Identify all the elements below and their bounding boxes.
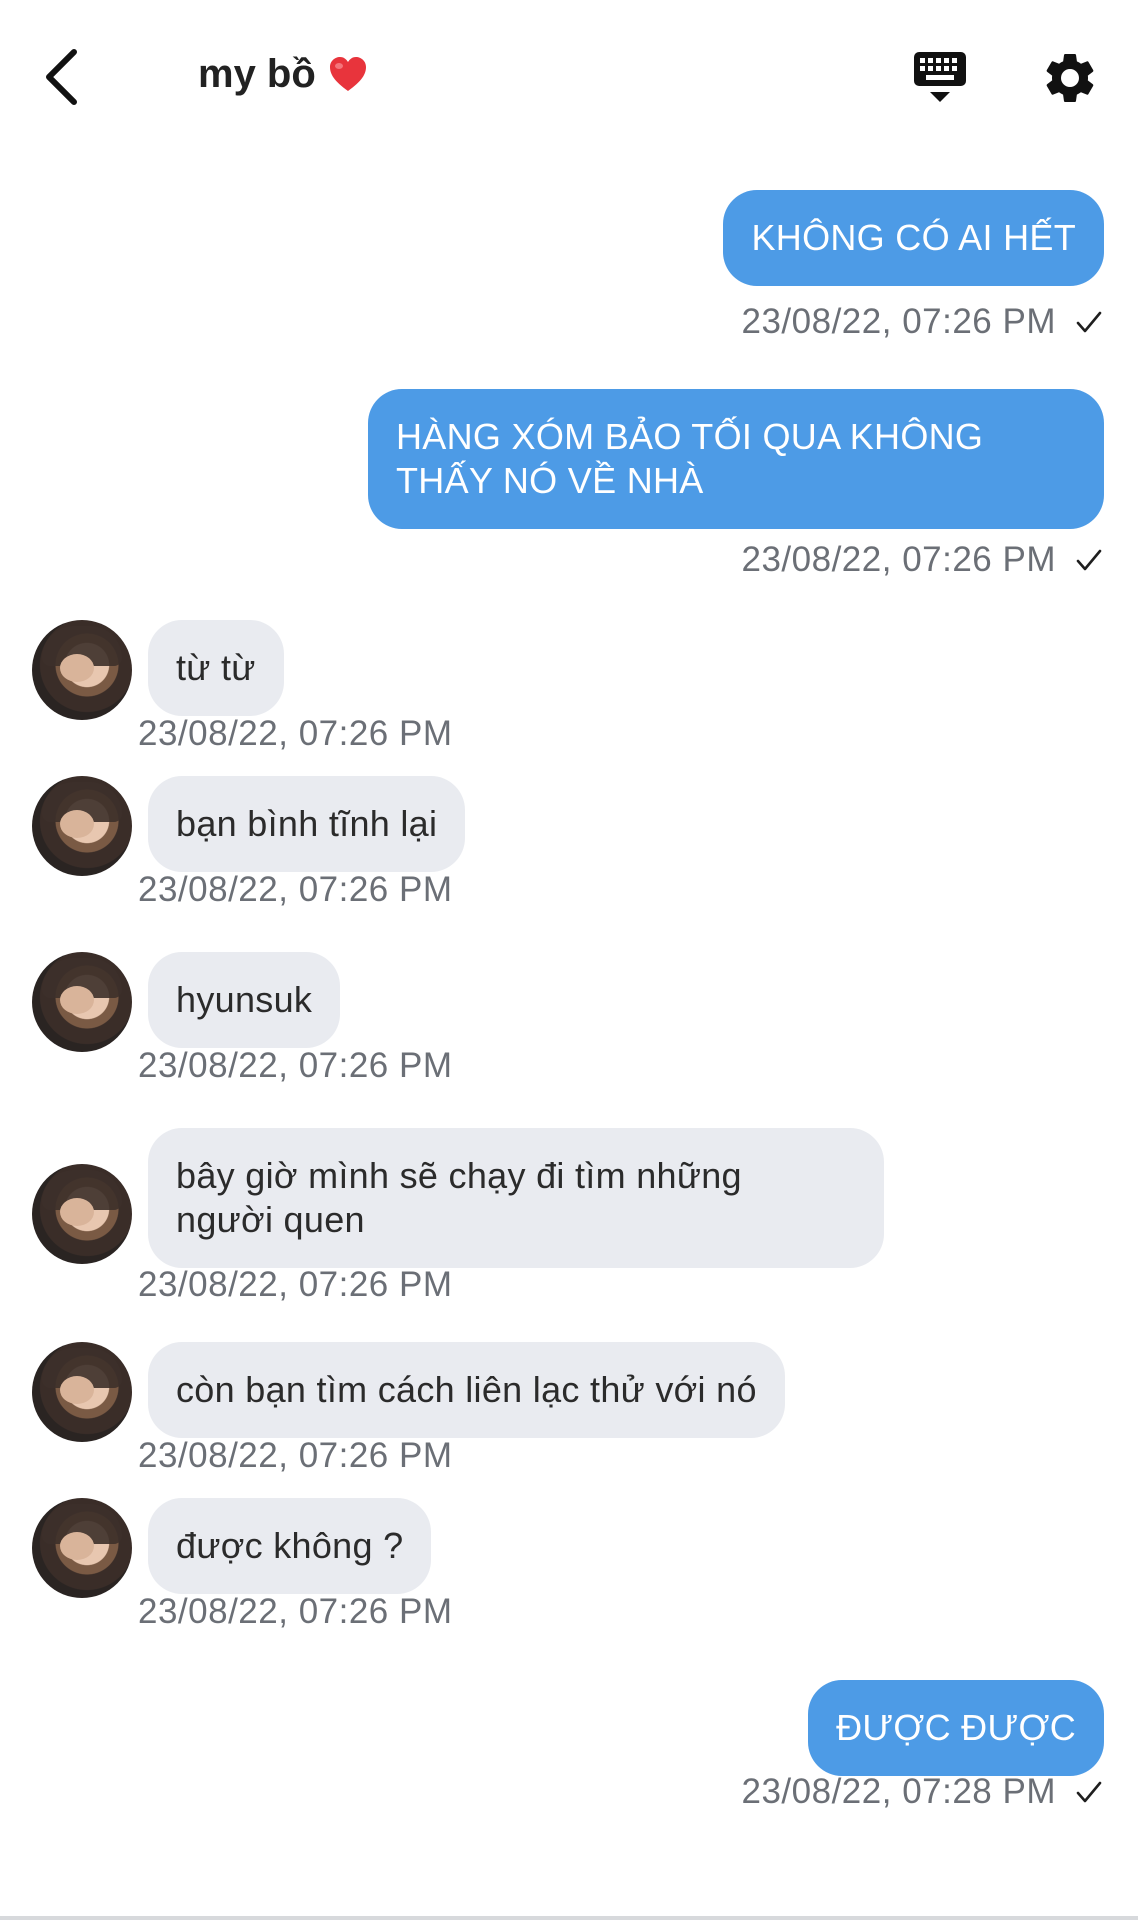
message-timestamp: 23/08/22, 07:26 PM <box>138 1046 453 1086</box>
timestamp-text: 23/08/22, 07:28 PM <box>741 1772 1056 1811</box>
avatar[interactable] <box>32 1342 132 1442</box>
message-text: bạn bình tĩnh lại <box>176 803 438 844</box>
message-row-incoming: từ từ 23/08/22, 07:26 PM <box>0 582 1138 758</box>
message-text: còn bạn tìm cách liên lạc thử với nó <box>176 1369 757 1410</box>
avatar[interactable] <box>32 1164 132 1264</box>
timestamp-text: 23/08/22, 07:26 PM <box>138 1436 453 1475</box>
message-text-line: người quen <box>176 1199 365 1240</box>
bottom-divider <box>0 1916 1138 1920</box>
avatar[interactable] <box>32 952 132 1052</box>
message-row-outgoing: HÀNG XÓM BẢO TỐI QUA KHÔNG THẤY NÓ VỀ NH… <box>0 342 1138 582</box>
message-timestamp: 23/08/22, 07:26 PM <box>138 714 453 754</box>
avatar[interactable] <box>32 776 132 876</box>
message-bubble[interactable]: còn bạn tìm cách liên lạc thử với nó <box>148 1342 785 1438</box>
timestamp-text: 23/08/22, 07:26 PM <box>138 870 453 909</box>
message-row-incoming: bây giờ mình sẽ chạy đi tìm những người … <box>0 1092 1138 1304</box>
settings-button[interactable] <box>1040 48 1100 108</box>
message-list[interactable]: KHÔNG CÓ AI HẾT 23/08/22, 07:26 PM HÀNG … <box>0 190 1138 1811</box>
message-timestamp: 23/08/22, 07:28 PM <box>742 1772 1105 1812</box>
message-bubble[interactable]: bây giờ mình sẽ chạy đi tìm những người … <box>148 1128 884 1268</box>
message-timestamp: 23/08/22, 07:26 PM <box>138 1436 453 1476</box>
avatar[interactable] <box>32 620 132 720</box>
message-row-outgoing: ĐƯỢC ĐƯỢC 23/08/22, 07:28 PM <box>0 1644 1138 1811</box>
timestamp-text: 23/08/22, 07:26 PM <box>138 714 453 753</box>
message-text-line: THẤY NÓ VỀ NHÀ <box>396 460 704 501</box>
message-bubble[interactable]: được không ? <box>148 1498 432 1594</box>
check-icon <box>1076 311 1102 333</box>
message-row-incoming: hyunsuk 23/08/22, 07:26 PM <box>0 934 1138 1092</box>
message-text: hyunsuk <box>176 979 313 1020</box>
back-button[interactable] <box>38 46 84 108</box>
heart-icon <box>329 56 366 91</box>
message-bubble[interactable]: từ từ <box>148 620 284 716</box>
gear-icon <box>1046 53 1094 102</box>
check-icon <box>1076 1781 1102 1803</box>
message-timestamp: 23/08/22, 07:26 PM <box>138 1592 453 1632</box>
message-bubble[interactable]: HÀNG XÓM BẢO TỐI QUA KHÔNG THẤY NÓ VỀ NH… <box>368 389 1104 529</box>
message-text-line: bây giờ mình sẽ chạy đi tìm những <box>176 1155 742 1196</box>
contact-name: my bồ <box>198 52 316 96</box>
message-text-line: HÀNG XÓM BẢO TỐI QUA KHÔNG <box>396 416 984 457</box>
keyboard-button[interactable] <box>910 48 970 108</box>
message-timestamp: 23/08/22, 07:26 PM <box>742 302 1105 342</box>
message-bubble[interactable]: KHÔNG CÓ AI HẾT <box>723 190 1104 286</box>
timestamp-text: 23/08/22, 07:26 PM <box>138 1592 453 1631</box>
message-text: được không ? <box>176 1525 404 1566</box>
timestamp-text: 23/08/22, 07:26 PM <box>138 1265 453 1304</box>
avatar[interactable] <box>32 1498 132 1598</box>
message-text: từ từ <box>176 647 256 688</box>
timestamp-text: 23/08/22, 07:26 PM <box>138 1046 453 1085</box>
message-bubble[interactable]: ĐƯỢC ĐƯỢC <box>808 1680 1104 1776</box>
check-icon <box>1076 549 1102 571</box>
message-bubble[interactable]: bạn bình tĩnh lại <box>148 776 466 872</box>
timestamp-text: 23/08/22, 07:26 PM <box>741 302 1056 341</box>
message-bubble[interactable]: hyunsuk <box>148 952 341 1048</box>
message-timestamp: 23/08/22, 07:26 PM <box>742 540 1105 580</box>
message-row-incoming: bạn bình tĩnh lại 23/08/22, 07:26 PM <box>0 758 1138 934</box>
message-timestamp: 23/08/22, 07:26 PM <box>138 870 453 910</box>
message-row-incoming: còn bạn tìm cách liên lạc thử với nó 23/… <box>0 1304 1138 1480</box>
message-text: KHÔNG CÓ AI HẾT <box>751 217 1076 258</box>
chevron-left-icon <box>46 49 77 105</box>
chat-title[interactable]: my bồ <box>198 52 368 97</box>
chat-header: my bồ <box>0 0 1138 160</box>
timestamp-text: 23/08/22, 07:26 PM <box>741 540 1056 579</box>
keyboard-icon <box>914 52 966 102</box>
message-row-incoming: được không ? 23/08/22, 07:26 PM <box>0 1480 1138 1644</box>
message-row-outgoing: KHÔNG CÓ AI HẾT 23/08/22, 07:26 PM <box>0 190 1138 342</box>
message-timestamp: 23/08/22, 07:26 PM <box>138 1265 453 1305</box>
message-text: ĐƯỢC ĐƯỢC <box>836 1707 1076 1748</box>
